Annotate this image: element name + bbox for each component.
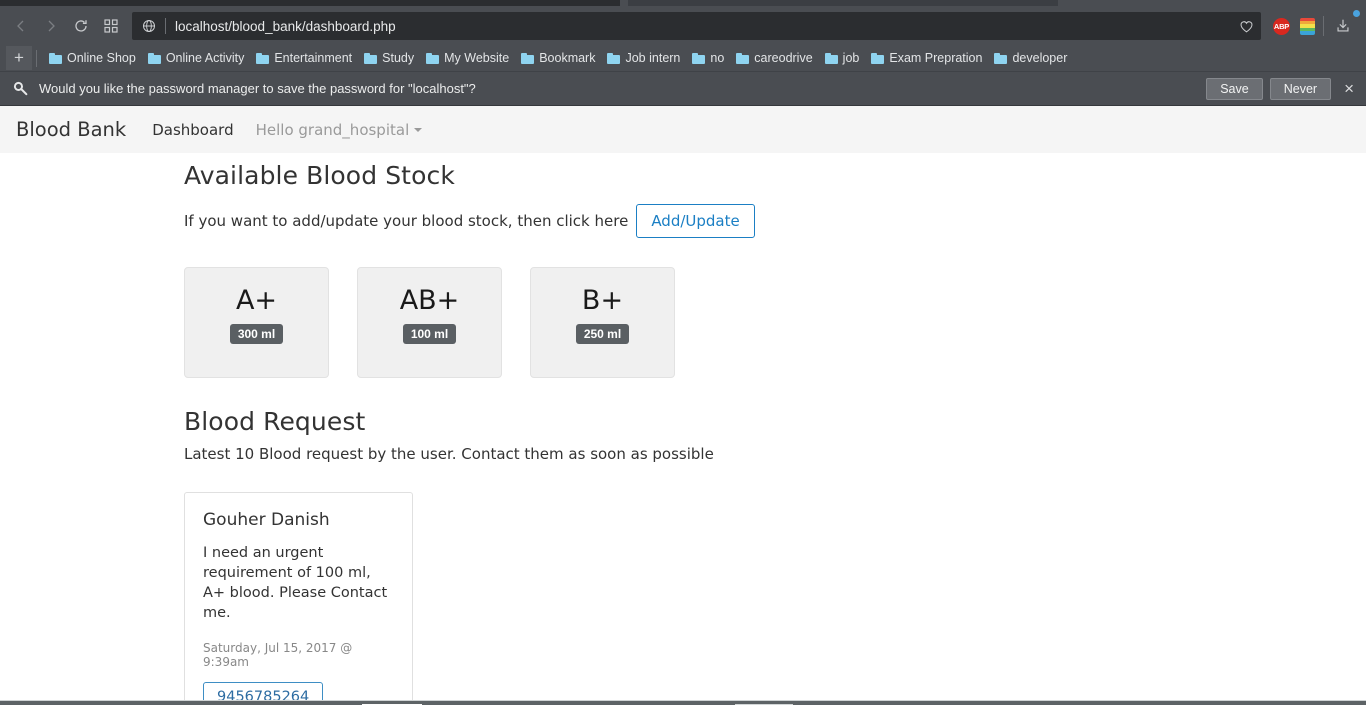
bookmark-label: Job intern (625, 51, 681, 65)
bookmark-label: My Website (444, 51, 510, 65)
bookmark-item-10[interactable]: Exam Prepration (865, 49, 988, 67)
bookmark-label: Entertainment (274, 51, 353, 65)
heart-icon[interactable] (1238, 18, 1255, 35)
abp-extension-icon[interactable]: ABP (1273, 17, 1290, 35)
save-password-button[interactable]: Save (1206, 77, 1263, 100)
folder-icon (426, 52, 440, 64)
page-content: Available Blood Stock If you want to add… (0, 153, 1366, 705)
bookmark-item-3[interactable]: Study (358, 49, 420, 67)
folder-icon (607, 52, 621, 64)
bookmark-label: careodrive (754, 51, 813, 65)
key-search-icon (12, 80, 29, 97)
bookmark-label: Bookmark (539, 51, 596, 65)
browser-chrome: localhost/blood_bank/dashboard.php ABP +… (0, 0, 1366, 106)
folder-icon (692, 52, 706, 64)
folder-icon (49, 52, 62, 64)
add-update-button[interactable]: Add/Update (636, 204, 755, 238)
address-bar[interactable]: localhost/blood_bank/dashboard.php (132, 12, 1261, 40)
os-taskbar (0, 700, 1366, 705)
blood-amount-badge: 300 ml (229, 324, 284, 344)
never-save-password-button[interactable]: Never (1269, 77, 1332, 100)
blood-type-label: AB+ (399, 285, 460, 316)
blood-stock-card[interactable]: B+ 250 ml (530, 267, 675, 378)
reload-icon[interactable] (66, 11, 96, 41)
nav-user-label: Hello grand_hospital (255, 120, 410, 139)
folder-icon (147, 52, 161, 64)
bookmark-item-6[interactable]: Job intern (601, 49, 686, 67)
bookmark-label: Study (382, 51, 415, 65)
app-brand[interactable]: Blood Bank (16, 118, 126, 141)
extension-icons: ABP (1273, 17, 1315, 35)
bookmark-label: developer (1012, 51, 1068, 65)
bookmark-item-8[interactable]: careodrive (730, 49, 818, 67)
blood-stock-card[interactable]: AB+ 100 ml (357, 267, 502, 378)
bookmark-item-0[interactable]: Online Shop (43, 49, 142, 67)
blood-amount-badge: 100 ml (402, 324, 457, 344)
bookmark-item-5[interactable]: Bookmark (515, 49, 601, 67)
password-manager-notification: Would you like the password manager to s… (0, 72, 1366, 106)
back-icon[interactable] (6, 11, 36, 41)
bookmarks-bar: + Online Shop Online Activity Entertainm… (0, 45, 1366, 72)
blood-request-title: Blood Request (184, 407, 366, 436)
app-navbar: Blood Bank Dashboard Hello grand_hospita… (0, 106, 1366, 153)
bookmark-item-4[interactable]: My Website (420, 49, 515, 67)
request-message: I need an urgent requirement of 100 ml, … (203, 545, 388, 622)
toolbar-divider (1323, 16, 1324, 36)
password-notification-message: Would you like the password manager to s… (39, 81, 476, 96)
blood-request-section: Blood Request Latest 10 Blood request by… (184, 407, 1366, 705)
bookmark-label: job (842, 51, 860, 65)
folder-icon (824, 52, 838, 64)
bookmark-label: no (710, 51, 725, 65)
folder-icon (364, 52, 378, 64)
bookmark-label: Exam Prepration (889, 51, 983, 65)
stock-hint-text: If you want to add/update your blood sto… (184, 212, 629, 230)
request-timestamp: Saturday, Jul 15, 2017 @ 9:39am (203, 640, 353, 669)
bookmark-item-9[interactable]: job (819, 49, 866, 67)
address-bar-url[interactable]: localhost/blood_bank/dashboard.php (175, 19, 1232, 34)
folder-icon (521, 52, 535, 64)
blood-request-card: Gouher Danish I need an urgent requireme… (184, 492, 413, 705)
browser-tab-inactive[interactable] (628, 0, 1058, 6)
browser-toolbar: localhost/blood_bank/dashboard.php ABP (0, 7, 1366, 45)
bookmark-item-1[interactable]: Online Activity (142, 49, 251, 67)
bookmark-item-11[interactable]: developer (988, 49, 1073, 67)
new-tab-button[interactable]: + (6, 46, 32, 70)
folder-icon (736, 52, 750, 64)
tab-strip (0, 0, 1366, 7)
blood-stock-card[interactable]: A+ 300 ml (184, 267, 329, 378)
blood-stock-card-list: A+ 300 ml AB+ 100 ml B+ 250 ml (184, 267, 1366, 378)
bookmark-label: Online Shop (67, 51, 136, 65)
blood-type-label: B+ (581, 285, 624, 316)
bookmark-label: Online Activity (165, 51, 245, 65)
color-picker-extension-icon[interactable] (1300, 17, 1315, 35)
globe-icon (142, 19, 156, 33)
chevron-down-icon (414, 127, 423, 132)
page-title: Available Blood Stock (184, 161, 455, 190)
bookmark-item-7[interactable]: no (686, 49, 730, 67)
page-viewport: Blood Bank Dashboard Hello grand_hospita… (0, 106, 1366, 705)
download-badge-dot (1353, 10, 1360, 17)
browser-tab-active[interactable] (0, 0, 620, 6)
bookmarks-divider (36, 49, 37, 67)
address-bar-separator (165, 18, 166, 34)
forward-icon[interactable] (36, 11, 66, 41)
blood-request-subtitle: Latest 10 Blood request by the user. Con… (184, 445, 714, 463)
download-icon[interactable] (1328, 10, 1360, 41)
folder-icon (871, 52, 885, 64)
folder-icon (994, 52, 1008, 64)
nav-user-menu[interactable]: Hello grand_hospital (256, 121, 423, 139)
blood-type-label: A+ (235, 285, 278, 316)
requester-name: Gouher Danish (203, 510, 330, 530)
close-icon[interactable]: × (1344, 80, 1354, 97)
blood-request-card-list: Gouher Danish I need an urgent requireme… (184, 492, 1366, 705)
folder-icon (256, 52, 270, 64)
nav-link-dashboard[interactable]: Dashboard (152, 121, 233, 139)
stock-hint-row: If you want to add/update your blood sto… (184, 204, 1366, 238)
grid-apps-icon[interactable] (96, 11, 126, 41)
blood-amount-badge: 250 ml (575, 324, 630, 344)
bookmark-item-2[interactable]: Entertainment (250, 49, 358, 67)
